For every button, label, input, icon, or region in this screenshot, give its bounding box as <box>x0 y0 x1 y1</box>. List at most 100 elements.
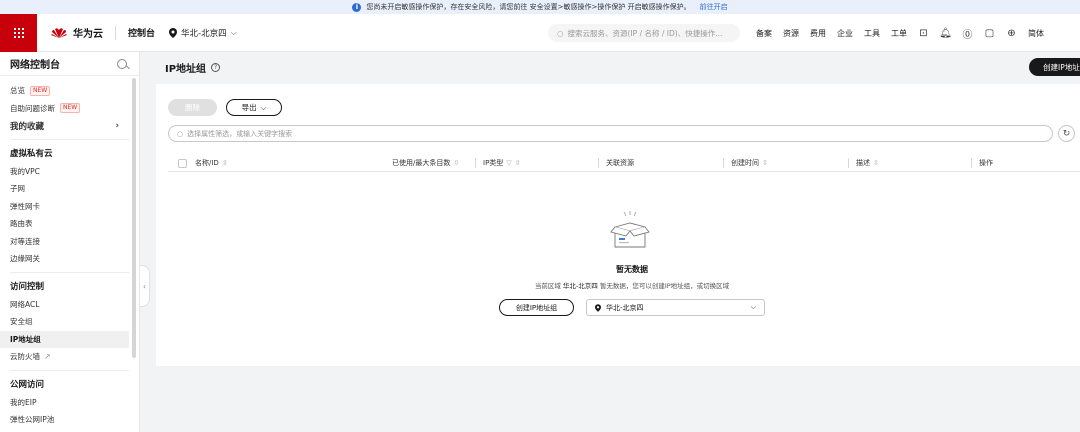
sidebar-item-label: 我的收藏 <box>10 121 45 132</box>
sort-icon[interactable]: ⇳ <box>873 159 879 167</box>
chat-icon[interactable]: ▢ <box>984 28 995 39</box>
sidebar-item-eip-pool[interactable]: 弹性公网IP池 <box>0 411 139 429</box>
empty-description: 当前区域 华北-北京四 暂无数据，您可以创建IP地址组，或切换区域 <box>156 280 1080 290</box>
nav-link-resources[interactable]: 资源 <box>783 28 799 39</box>
column-created-time[interactable]: 创建时间 ⇳ <box>731 154 768 172</box>
globe-icon[interactable]: ⊕ <box>1006 28 1017 39</box>
export-button[interactable]: 导出 ⌵ <box>226 99 282 116</box>
empty-state <box>156 211 1080 266</box>
sort-icon[interactable]: ⇳ <box>762 159 768 167</box>
filter-icon[interactable]: ▽ <box>506 159 511 167</box>
sidebar-item-cloud-firewall[interactable]: 云防火墙 ↗ <box>0 348 139 366</box>
chevron-down-icon: ⌵ <box>260 102 267 112</box>
location-pin-icon <box>169 27 178 38</box>
sidebar-item-subnet[interactable]: 子网 <box>0 180 139 198</box>
new-badge: NEW <box>60 103 81 114</box>
sidebar-item-label: 云防火墙 <box>10 352 40 362</box>
column-label: 名称/ID <box>195 159 219 167</box>
column-name-id[interactable]: 名称/ID ⇳ <box>178 154 228 172</box>
divider <box>10 138 129 140</box>
table-header: 名称/ID ⇳ 已使用/最大条目数 ⇳ IP类型 ▽ ⇳ 关联资源 创建时间 ⇳… <box>168 154 1080 172</box>
region-select[interactable]: 华北-北京四 ⌵ <box>586 299 765 316</box>
sidebar-item-diagnosis[interactable]: 自助问题诊断 NEW <box>0 100 139 118</box>
search-icon[interactable] <box>117 58 127 69</box>
column-divider <box>475 158 476 168</box>
column-label: 关联资源 <box>606 159 634 167</box>
toolbar: 删除 导出 ⌵ <box>168 99 282 116</box>
sidebar-item-label: 总览 <box>10 86 25 96</box>
sidebar-item-ip-address-group[interactable]: IP地址组 <box>0 330 129 348</box>
filter-search-input[interactable]: ○ 选择属性筛选，或输入关键字搜索 <box>168 125 1053 142</box>
cloud-shell-icon[interactable]: ⊡ <box>918 28 929 39</box>
sidebar-item-eni[interactable]: 弹性网卡 <box>0 198 139 216</box>
nav-link-tickets[interactable]: 工单 <box>891 28 907 39</box>
sidebar-item-overview[interactable]: 总览 NEW <box>0 82 139 100</box>
column-label: 已使用/最大条目数 <box>392 159 451 167</box>
sidebar-group-public-access: 公网访问 <box>10 380 45 390</box>
column-ip-type[interactable]: IP类型 ▽ ⇳ <box>483 154 521 172</box>
sort-icon[interactable]: ⇳ <box>515 159 521 167</box>
service-menu-button[interactable] <box>0 13 37 52</box>
filter-placeholder: 选择属性筛选，或输入关键字搜索 <box>187 129 293 138</box>
chevron-down-icon: ⌵ <box>230 27 237 37</box>
nav-link-tools[interactable]: 工具 <box>864 28 880 39</box>
divider <box>10 369 129 371</box>
sidebar-item-edge-gateway[interactable]: 边缘网关 <box>0 250 139 268</box>
nav-link-beian[interactable]: 备案 <box>756 28 772 39</box>
sidebar-item-network-acl[interactable]: 网络ACL <box>0 296 139 314</box>
page-title: IP地址组 <box>165 63 207 75</box>
security-notice-bar: i 您尚未开启敏感操作保护，存在安全风险，请您前往 安全设置>敏感操作>操作保护… <box>0 0 1080 14</box>
sidebar: 网络控制台 总览 NEW 自助问题诊断 NEW 我的收藏 › 虚拟私有云 我的V… <box>0 52 140 432</box>
empty-desc-region: 华北-北京四 <box>562 282 598 290</box>
console-link[interactable]: 控制台 <box>128 26 155 39</box>
bell-icon[interactable]: 🔔︎ <box>939 28 952 39</box>
region-select-value: 华北-北京四 <box>606 303 644 312</box>
column-divider <box>848 158 849 168</box>
sidebar-item-my-vpc[interactable]: 我的VPC <box>0 163 139 181</box>
brand-logo[interactable]: 华为云 <box>50 25 103 40</box>
chevron-down-icon: ⌵ <box>750 303 756 311</box>
empty-state-text: 暂无数据 当前区域 华北-北京四 暂无数据，您可以创建IP地址组，或切换区域 <box>156 264 1080 290</box>
sidebar-item-security-group[interactable]: 安全组 <box>0 313 139 331</box>
column-usage[interactable]: 已使用/最大条目数 ⇳ <box>392 154 459 172</box>
nav-link-billing[interactable]: 费用 <box>810 28 826 39</box>
help-icon[interactable]: ? <box>211 62 221 72</box>
region-selector[interactable]: 华北-北京四 ⌵ <box>169 27 237 39</box>
select-all-checkbox[interactable] <box>178 158 187 168</box>
global-search-input[interactable]: ○ 搜索云服务、资源(IP / 名称 / ID)、快捷操作... <box>548 24 740 42</box>
create-ip-group-button[interactable]: 创建IP地址组 <box>1029 58 1080 76</box>
search-icon: ○ <box>177 129 184 138</box>
column-divider <box>723 158 724 168</box>
brand-name: 华为云 <box>73 29 103 40</box>
top-navigation-bar: 华为云 控制台 华北-北京四 ⌵ ○ 搜索云服务、资源(IP / 名称 / ID… <box>0 13 1080 52</box>
sidebar-item-favorites[interactable]: 我的收藏 › <box>0 117 139 135</box>
empty-desc-suffix: 暂无数据，您可以创建IP地址组，或切换区域 <box>599 282 730 290</box>
sidebar-item-my-eip[interactable]: 我的EIP <box>0 394 139 412</box>
new-badge: NEW <box>30 85 51 96</box>
region-label: 华北-北京四 <box>181 28 227 39</box>
sort-icon[interactable]: ⇳ <box>453 159 459 167</box>
sidebar-title: 网络控制台 <box>10 60 60 71</box>
page-header: IP地址组 ? <box>165 58 221 76</box>
column-label: IP类型 <box>483 159 504 167</box>
column-label: 描述 <box>856 159 870 167</box>
column-description[interactable]: 描述 ⇳ <box>856 154 879 172</box>
notice-link[interactable]: 前往开启 <box>700 2 728 12</box>
chevron-right-icon: › <box>115 120 119 131</box>
refresh-icon[interactable]: ↻ <box>1058 125 1075 142</box>
empty-actions: 创建IP地址组 华北-北京四 ⌵ <box>499 299 765 316</box>
help-icon[interactable]: ⓪ <box>962 28 973 41</box>
notice-text: 您尚未开启敏感操作保护，存在安全风险，请您前往 安全设置>敏感操作>操作保护 开… <box>366 3 691 11</box>
sort-icon[interactable]: ⇳ <box>222 159 228 167</box>
sidebar-item-peering[interactable]: 对等连接 <box>0 233 139 251</box>
create-ip-group-empty-button[interactable]: 创建IP地址组 <box>499 299 574 316</box>
sidebar-collapse-button[interactable]: ‹ <box>140 265 150 307</box>
nav-link-enterprise[interactable]: 企业 <box>837 28 853 39</box>
search-placeholder: 搜索云服务、资源(IP / 名称 / ID)、快捷操作... <box>567 28 723 38</box>
language-selector[interactable]: 简体 <box>1028 28 1044 39</box>
sidebar-group-access-control: 访问控制 <box>10 282 45 292</box>
delete-button[interactable]: 删除 <box>168 99 217 116</box>
sidebar-scrollbar[interactable] <box>132 78 136 358</box>
sidebar-item-route-table[interactable]: 路由表 <box>0 215 139 233</box>
column-label: 创建时间 <box>731 159 759 167</box>
